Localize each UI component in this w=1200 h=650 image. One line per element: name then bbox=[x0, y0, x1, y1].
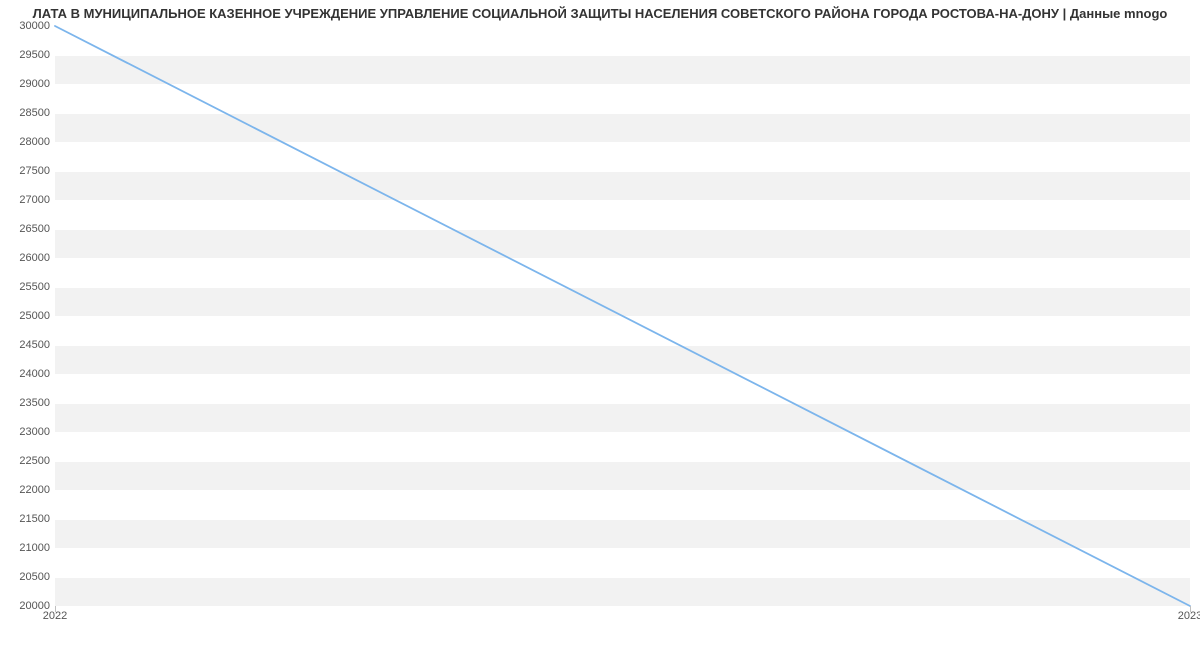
y-tick-label: 26000 bbox=[19, 252, 50, 264]
y-tick-label: 27000 bbox=[19, 194, 50, 206]
y-tick-label: 27500 bbox=[19, 165, 50, 177]
chart-title: ЛАТА В МУНИЦИПАЛЬНОЕ КАЗЕННОЕ УЧРЕЖДЕНИЕ… bbox=[0, 6, 1200, 21]
y-tick-label: 29500 bbox=[19, 49, 50, 61]
y-tick-label: 21500 bbox=[19, 513, 50, 525]
y-tick-label: 23000 bbox=[19, 426, 50, 438]
plot-area bbox=[55, 26, 1190, 606]
y-tick-label: 30000 bbox=[19, 20, 50, 32]
y-tick-label: 29000 bbox=[19, 78, 50, 90]
y-tick-label: 20500 bbox=[19, 571, 50, 583]
x-tick-label: 2022 bbox=[43, 610, 67, 622]
y-tick-label: 24000 bbox=[19, 368, 50, 380]
y-tick-label: 21000 bbox=[19, 542, 50, 554]
y-tick-label: 23500 bbox=[19, 397, 50, 409]
line-layer bbox=[55, 26, 1190, 606]
y-tick-label: 25000 bbox=[19, 310, 50, 322]
y-tick-label: 26500 bbox=[19, 223, 50, 235]
chart-container: ЛАТА В МУНИЦИПАЛЬНОЕ КАЗЕННОЕ УЧРЕЖДЕНИЕ… bbox=[0, 0, 1200, 650]
y-tick-label: 24500 bbox=[19, 339, 50, 351]
y-tick-label: 22000 bbox=[19, 484, 50, 496]
series-line bbox=[55, 26, 1190, 606]
y-tick-label: 22500 bbox=[19, 455, 50, 467]
y-tick-label: 25500 bbox=[19, 281, 50, 293]
x-tick-label: 2023 bbox=[1178, 610, 1200, 622]
y-tick-label: 28500 bbox=[19, 107, 50, 119]
y-tick-label: 28000 bbox=[19, 136, 50, 148]
